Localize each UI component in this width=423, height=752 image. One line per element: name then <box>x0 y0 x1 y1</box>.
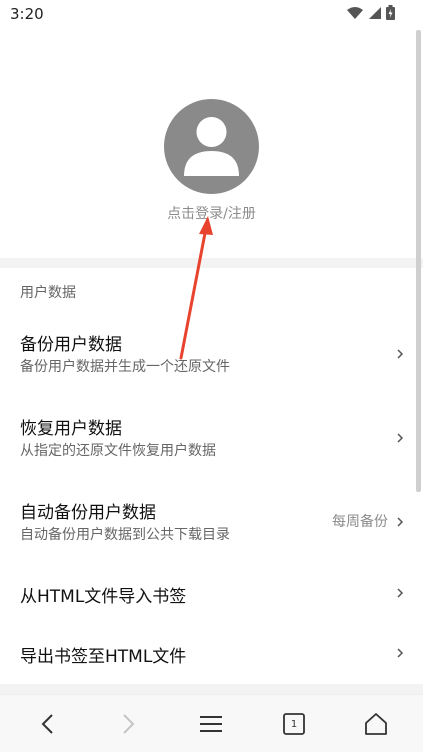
chevron-right-icon <box>397 588 404 598</box>
tab-count: 1 <box>290 718 298 730</box>
screen: 3:20 点击登录/注册 用户数据 备份用户数据 备份用户数据并生成一个还原文件… <box>0 0 423 752</box>
import-bookmarks-html-item[interactable]: 从HTML文件导入书签 <box>0 570 416 616</box>
item-title: 自动备份用户数据 <box>20 503 156 523</box>
wifi-icon <box>347 6 363 19</box>
forward-button[interactable] <box>114 709 144 739</box>
tabs-button[interactable]: 1 <box>279 709 309 739</box>
back-icon <box>41 714 53 734</box>
cellular-signal-icon <box>369 6 381 19</box>
status-icons <box>346 5 395 20</box>
profile-header: 点击登录/注册 <box>0 30 423 258</box>
item-title: 恢复用户数据 <box>20 419 122 439</box>
item-subtitle: 备份用户数据并生成一个还原文件 <box>20 359 230 375</box>
status-time: 3:20 <box>10 5 44 23</box>
chevron-right-icon <box>397 517 404 527</box>
user-silhouette-icon <box>184 117 239 176</box>
section-header-user-data: 用户数据 <box>20 285 76 301</box>
status-bar: 3:20 <box>0 0 423 30</box>
home-icon <box>365 713 387 735</box>
backup-user-data-item[interactable]: 备份用户数据 备份用户数据并生成一个还原文件 <box>0 318 416 382</box>
avatar[interactable] <box>164 99 259 194</box>
list-bottom-divider <box>0 684 423 694</box>
chevron-right-icon <box>397 648 404 658</box>
chevron-right-icon <box>397 433 404 443</box>
auto-backup-frequency-value: 每周备份 <box>332 514 388 530</box>
section-divider <box>0 258 423 268</box>
tabs-counter: 1 <box>282 712 306 736</box>
item-subtitle: 自动备份用户数据到公共下载目录 <box>20 527 230 543</box>
menu-icon <box>200 716 222 732</box>
restore-user-data-item[interactable]: 恢复用户数据 从指定的还原文件恢复用户数据 <box>0 402 416 466</box>
battery-charging-icon <box>386 5 395 20</box>
item-subtitle: 从指定的还原文件恢复用户数据 <box>20 443 216 459</box>
auto-backup-user-data-item[interactable]: 自动备份用户数据 自动备份用户数据到公共下载目录 每周备份 <box>0 486 416 550</box>
home-button[interactable] <box>361 709 391 739</box>
menu-button[interactable] <box>196 709 226 739</box>
item-title: 备份用户数据 <box>20 335 122 355</box>
item-title: 导出书签至HTML文件 <box>20 647 187 667</box>
back-button[interactable] <box>32 709 62 739</box>
login-register-link[interactable]: 点击登录/注册 <box>0 203 423 223</box>
forward-icon <box>123 714 135 734</box>
item-title: 从HTML文件导入书签 <box>20 587 187 607</box>
scrollbar[interactable] <box>416 30 421 492</box>
export-bookmarks-html-item[interactable]: 导出书签至HTML文件 <box>0 630 416 676</box>
bottom-nav-bar: 1 <box>0 694 423 752</box>
chevron-right-icon <box>397 349 404 359</box>
